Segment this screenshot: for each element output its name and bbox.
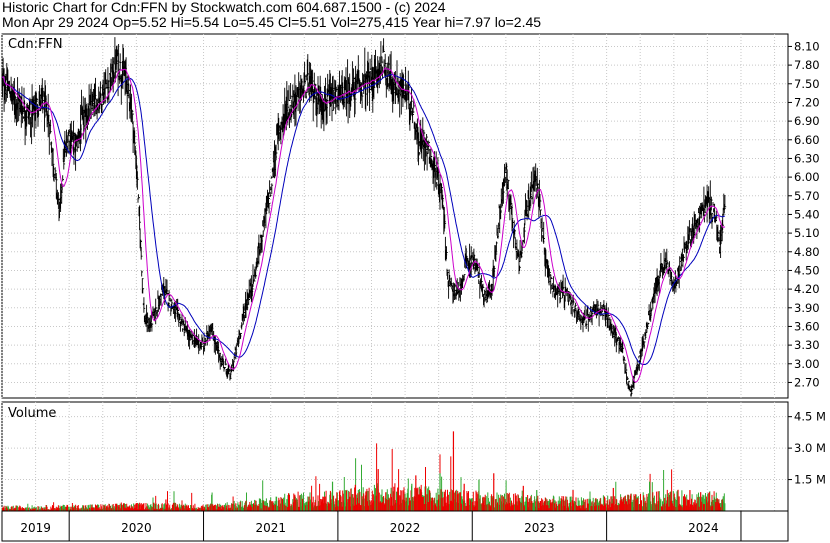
price-tick-label: 6.60	[794, 133, 820, 147]
year-label: 2023	[524, 521, 555, 535]
price-tick-label: 2.70	[794, 375, 820, 389]
price-tick-label: 6.00	[794, 170, 820, 184]
year-label: 2022	[390, 521, 421, 535]
price-tick-label: 8.10	[794, 39, 820, 53]
price-tick-label: 5.70	[794, 189, 820, 203]
price-tick-label: 4.20	[794, 282, 820, 296]
year-label: 2024	[688, 521, 719, 535]
year-label: 2019	[20, 521, 51, 535]
price-tick-label: 3.60	[794, 319, 820, 333]
volume-tick-label: 3.0 M	[794, 441, 826, 455]
year-label: 2020	[121, 521, 152, 535]
price-tick-label: 5.40	[794, 207, 820, 221]
price-tick-label: 5.10	[794, 226, 820, 240]
price-tick-label: 7.50	[794, 77, 820, 91]
price-tick-label: 6.30	[794, 151, 820, 165]
price-tick-label: 7.20	[794, 95, 820, 109]
volume-label: Volume	[8, 406, 56, 421]
volume-panel: 4.5 M 3.0 M 1.5 M Volume	[1, 401, 826, 512]
price-tick-label: 6.90	[794, 114, 820, 128]
price-tick-label: 4.50	[794, 263, 820, 277]
price-tick-label: 3.30	[794, 338, 820, 352]
price-panel: 8.10 7.80 7.50 7.20 6.90 6.60 6.30 6.00 5.70 5.40…	[1, 33, 820, 399]
price-tick-label: 3.00	[794, 357, 820, 371]
volume-axis: 4.5 M 3.0 M 1.5 M	[788, 410, 826, 487]
volume-tick-label: 4.5 M	[794, 410, 826, 424]
symbol-label: Cdn:FFN	[8, 37, 63, 52]
price-tick-label: 3.90	[794, 301, 820, 315]
year-label: 2021	[255, 521, 286, 535]
volume-tick-label: 1.5 M	[794, 473, 826, 487]
price-volume-chart: 8.10 7.80 7.50 7.20 6.90 6.60 6.30 6.00 5.70 5.40…	[1, 33, 826, 542]
price-tick-label: 7.80	[794, 58, 820, 72]
x-axis: 2019 2020 2021 2022 2023 2024	[1, 510, 789, 542]
price-axis: 8.10 7.80 7.50 7.20 6.90 6.60 6.30 6.00 5.70 5.40…	[788, 39, 820, 389]
price-tick-label: 4.80	[794, 245, 820, 259]
